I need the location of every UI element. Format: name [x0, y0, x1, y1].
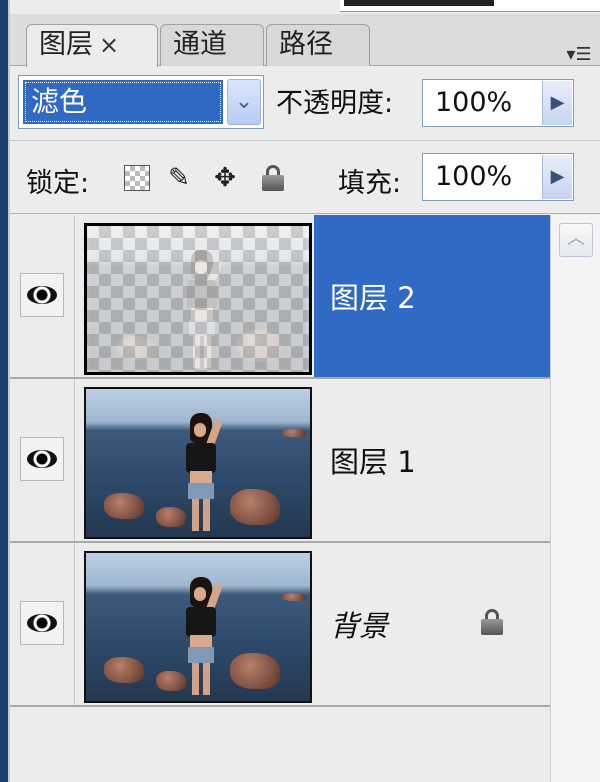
layer-name: 图层 2 [330, 281, 416, 315]
layer-thumbnail[interactable] [84, 223, 312, 375]
lock-image-pixels-brush-icon[interactable]: ✎ [164, 163, 194, 193]
top-strip-bar [344, 0, 494, 6]
fill-slider-arrow-icon[interactable]: ▶ [542, 155, 572, 199]
top-window-strip [340, 0, 600, 12]
tab-paths-label: 路径 [279, 29, 333, 60]
layer-row[interactable]: 图层 2 [10, 215, 550, 379]
fill-value: 100% [435, 161, 513, 192]
layer-list-scrollbar[interactable]: ︿ [550, 215, 600, 782]
lock-label: 锁定: [26, 168, 90, 199]
fill-label: 填充: [338, 168, 402, 199]
eye-visibility-icon[interactable] [20, 437, 64, 481]
layer-row[interactable]: 背景 [10, 543, 550, 707]
opacity-value: 100% [435, 87, 513, 118]
fill-field[interactable]: 100% ▶ [422, 153, 574, 201]
lock-fill-row: 锁定: ✎ ✥ 填充: 100% ▶ [10, 140, 600, 214]
layers-panel: 图层 × 通道 路径 ▾☰ 滤色 ⌄ 不透明度: 100% ▶ 锁定: ✎ ✥ 填… [8, 0, 600, 782]
lock-all-icon[interactable] [258, 163, 288, 193]
layer-thumbnail[interactable] [84, 551, 312, 703]
lock-position-move-icon[interactable]: ✥ [210, 163, 240, 193]
tab-channels[interactable]: 通道 [160, 24, 264, 66]
scroll-up-icon[interactable]: ︿ [559, 223, 593, 257]
panel-tab-bar: 图层 × 通道 路径 ▾☰ [10, 14, 600, 67]
blend-opacity-row: 滤色 ⌄ 不透明度: 100% ▶ [10, 67, 600, 135]
layer-name: 背景 [330, 609, 389, 643]
blend-mode-select[interactable]: 滤色 ⌄ [18, 75, 264, 129]
tab-layers[interactable]: 图层 × [26, 24, 158, 67]
opacity-slider-arrow-icon[interactable]: ▶ [542, 81, 572, 125]
tab-layers-label: 图层 [39, 29, 93, 60]
lock-transparent-pixels-icon[interactable] [124, 165, 150, 191]
layer-info[interactable]: 图层 2 [314, 215, 550, 377]
blend-mode-value: 滤色 [23, 80, 223, 124]
opacity-field[interactable]: 100% ▶ [422, 79, 574, 127]
eye-visibility-icon[interactable] [20, 273, 64, 317]
layer-list: 图层 2 图层 1 背景 [10, 215, 550, 782]
opacity-label: 不透明度: [276, 88, 394, 119]
layer-info[interactable]: 背景 [314, 543, 550, 705]
layer-info[interactable]: 图层 1 [314, 379, 550, 541]
layer-row[interactable]: 图层 1 [10, 379, 550, 543]
layer-name: 图层 1 [330, 445, 416, 479]
chevron-down-icon[interactable]: ⌄ [227, 79, 261, 125]
tab-close-icon[interactable]: × [99, 31, 119, 59]
tab-paths[interactable]: 路径 [266, 24, 370, 66]
layer-thumbnail[interactable] [84, 387, 312, 539]
tab-channels-label: 通道 [173, 29, 227, 60]
eye-visibility-icon[interactable] [20, 601, 64, 645]
layer-lock-icon [480, 609, 504, 635]
